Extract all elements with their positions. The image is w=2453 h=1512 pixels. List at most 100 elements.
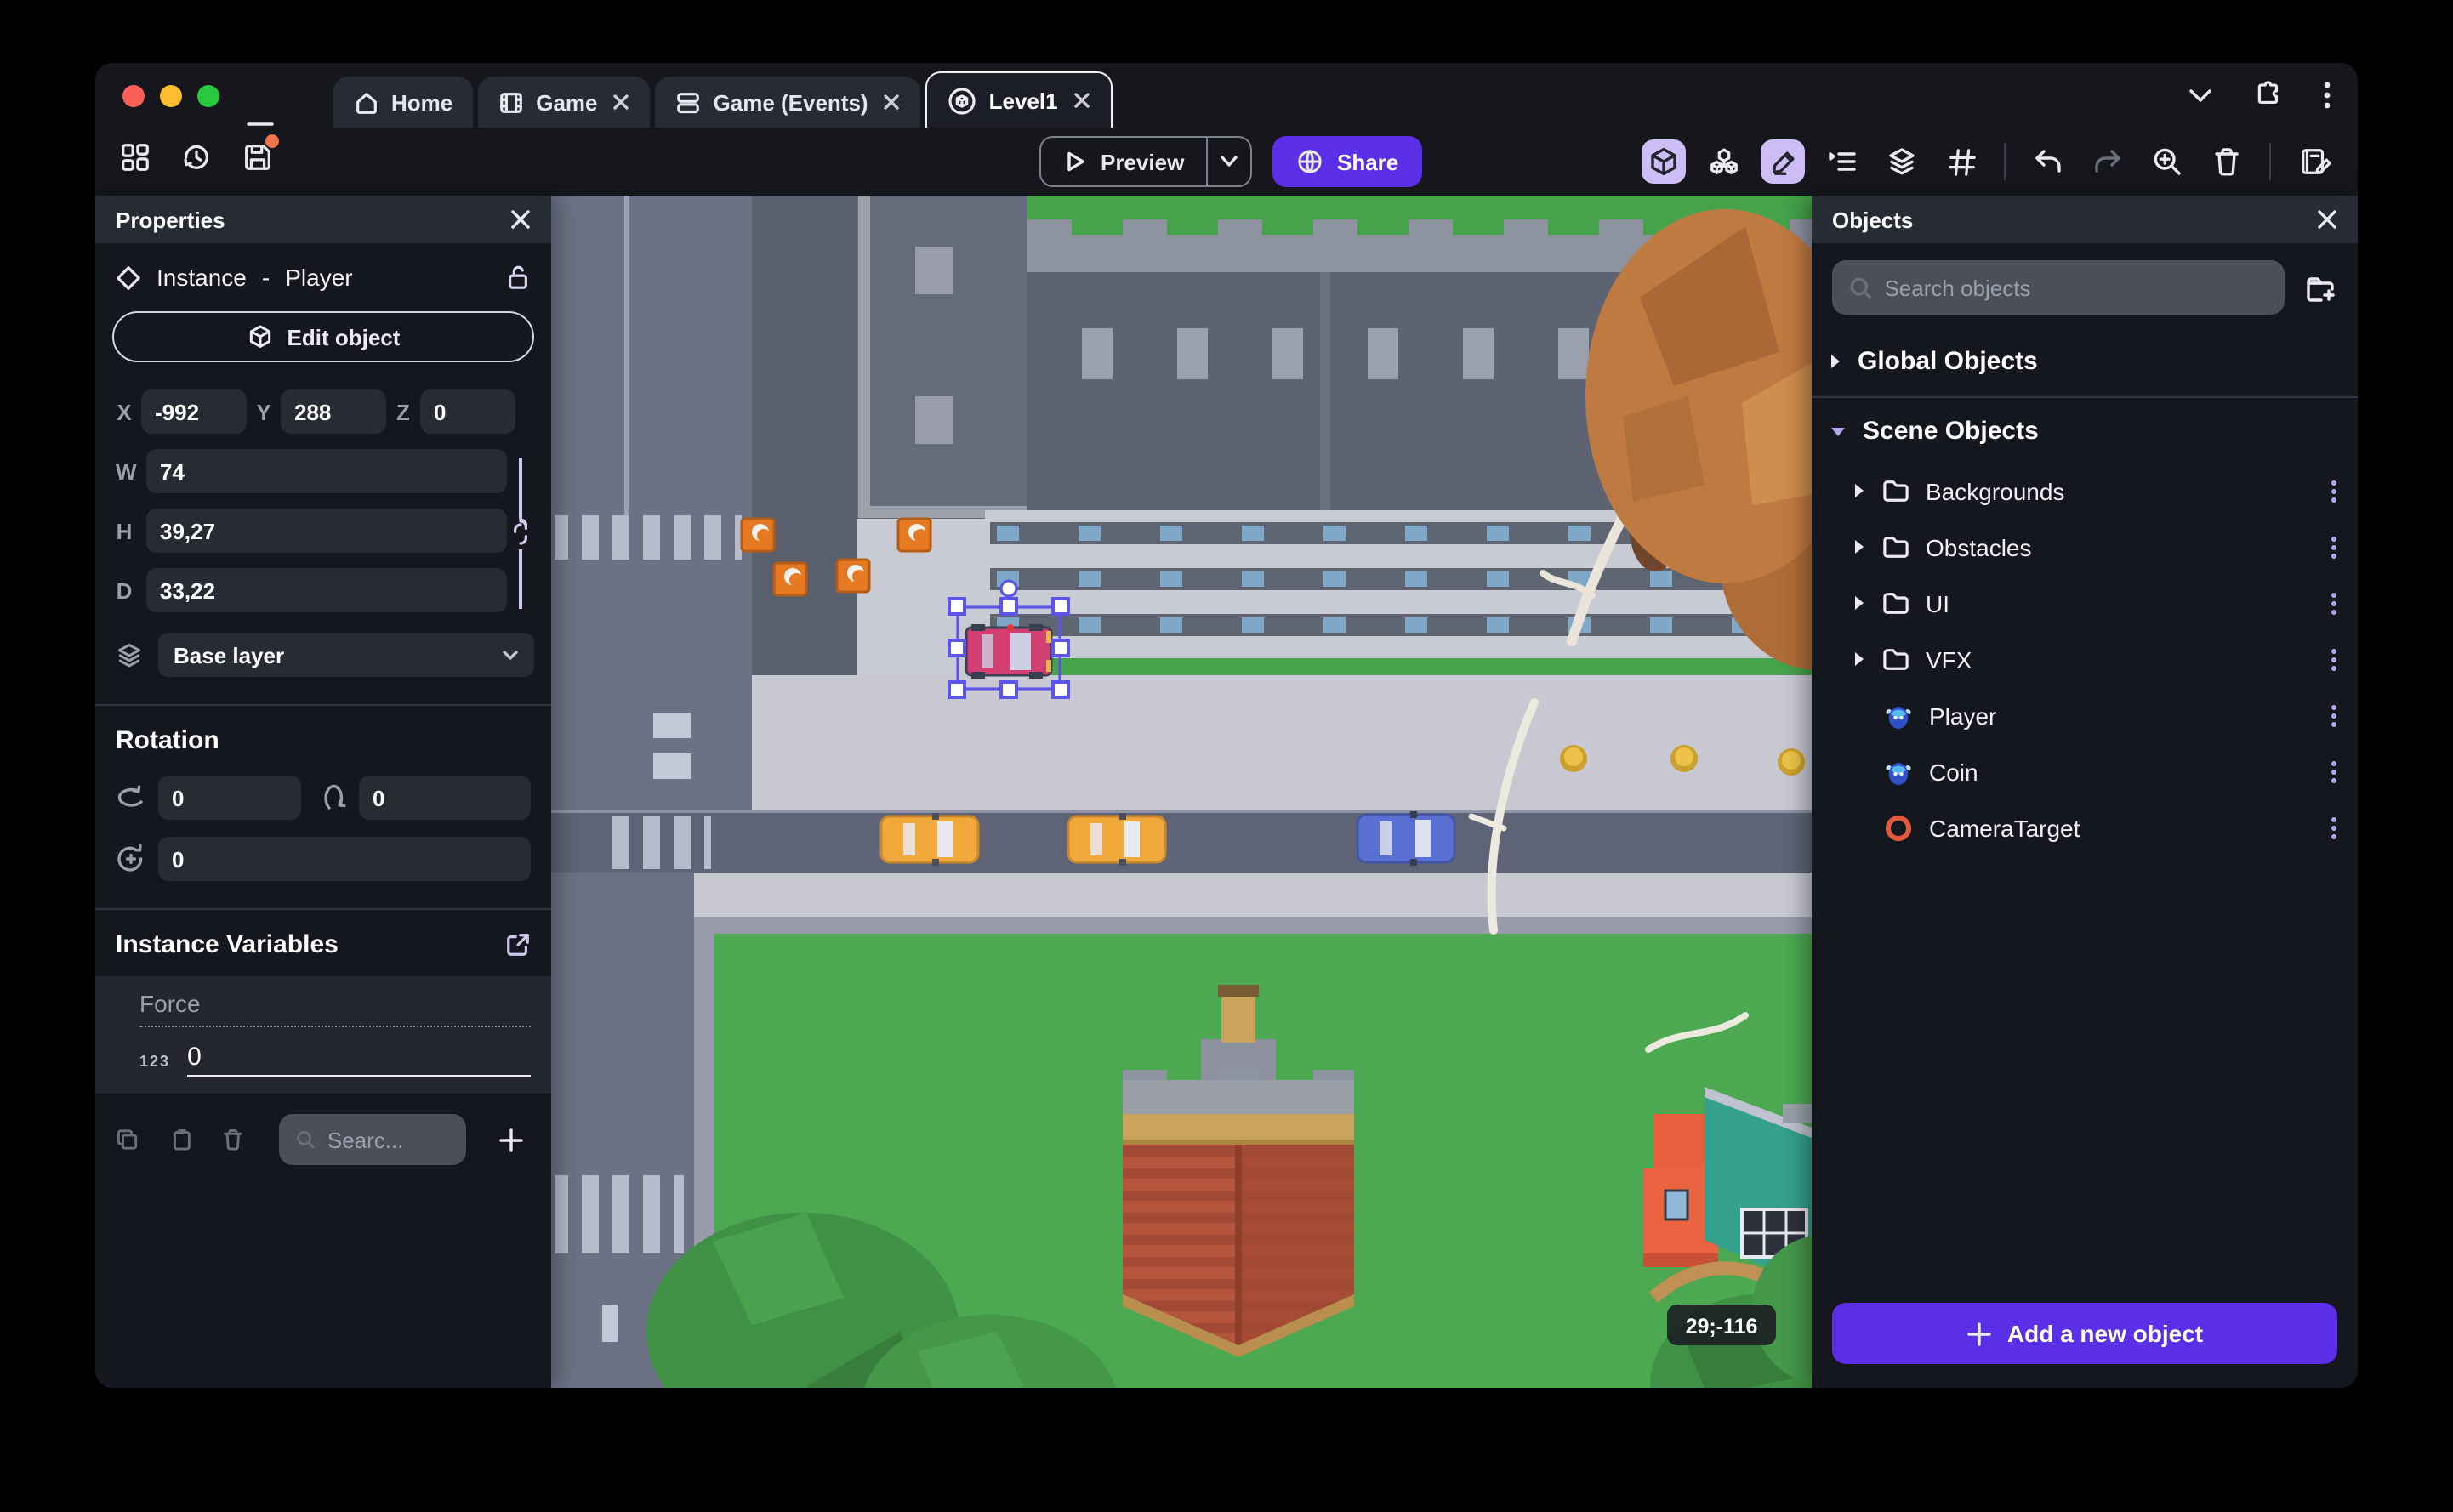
copy-icon[interactable] — [116, 1126, 139, 1153]
obstacle-box[interactable] — [835, 558, 871, 594]
variable-name[interactable]: Force — [139, 990, 531, 1027]
row-menu-kebab-icon[interactable] — [2327, 588, 2341, 618]
yellow-taxi[interactable] — [879, 813, 980, 866]
edit-mode-toggle[interactable] — [1761, 139, 1805, 184]
global-objects-section[interactable]: Global Objects — [1812, 328, 2358, 393]
rotation-x-value: 0 — [172, 785, 185, 810]
width-input[interactable]: 74 — [146, 449, 507, 493]
delete-button[interactable] — [2205, 139, 2249, 184]
open-variables-editor-button[interactable] — [505, 932, 531, 958]
close-icon[interactable] — [613, 94, 630, 111]
height-input[interactable]: 39,27 — [146, 509, 507, 553]
3d-view-toggle[interactable] — [1642, 139, 1686, 184]
tab-game-events[interactable]: Game (Events) — [655, 77, 921, 128]
tab-home[interactable]: Home — [333, 77, 474, 128]
share-button[interactable]: Share — [1272, 136, 1423, 187]
grid-toggle-icon[interactable] — [1939, 139, 1983, 184]
objects-search-input[interactable] — [1884, 275, 2268, 300]
blue-car[interactable] — [1356, 811, 1456, 866]
row-menu-kebab-icon[interactable] — [2327, 756, 2341, 787]
lock-instance-button[interactable] — [505, 264, 531, 291]
properties-header: Properties — [95, 196, 551, 243]
edit-object-button[interactable]: Edit object — [112, 311, 534, 362]
zoom-button[interactable] — [2145, 139, 2189, 184]
coin[interactable] — [1560, 745, 1587, 772]
titlebar-right-icons — [2188, 80, 2331, 109]
zoom-in-icon — [2154, 148, 2181, 175]
objects-search[interactable] — [1832, 260, 2285, 315]
layer-select[interactable]: Base layer — [158, 633, 534, 677]
object-row-player[interactable]: Player — [1812, 687, 2358, 743]
close-icon[interactable] — [884, 94, 901, 111]
list-icon — [1829, 152, 1856, 171]
z-input[interactable]: 0 — [420, 389, 515, 434]
car-body[interactable] — [965, 624, 1053, 679]
folder-row-vfx[interactable]: VFX — [1812, 631, 2358, 687]
rotation-z-input[interactable]: 0 — [158, 837, 531, 881]
yellow-taxi[interactable] — [1067, 813, 1167, 866]
trash-icon[interactable] — [224, 1126, 244, 1153]
trash-icon — [2215, 148, 2239, 176]
depth-input[interactable]: 33,22 — [146, 568, 507, 612]
undo-button[interactable] — [2026, 139, 2070, 184]
paste-icon[interactable] — [171, 1126, 191, 1153]
obstacle-box[interactable] — [772, 561, 808, 597]
coin[interactable] — [1670, 745, 1698, 772]
close-window-icon[interactable] — [122, 85, 145, 107]
close-objects-button[interactable] — [2317, 209, 2337, 230]
history-icon[interactable] — [180, 141, 213, 173]
layers-panel-icon[interactable] — [1880, 139, 1924, 184]
obstacle-box[interactable] — [896, 517, 932, 553]
folder-row-ui[interactable]: UI — [1812, 575, 2358, 631]
variable-row-force[interactable]: Force 123 0 — [95, 976, 551, 1094]
variable-value-input[interactable]: 0 — [187, 1043, 531, 1077]
add-folder-icon[interactable] — [2303, 271, 2337, 304]
folder-row-obstacles[interactable]: Obstacles — [1812, 519, 2358, 575]
row-menu-kebab-icon[interactable] — [2327, 475, 2341, 506]
preview-button[interactable]: Preview — [1039, 136, 1253, 187]
zoom-window-icon[interactable] — [197, 85, 219, 107]
folder-label: UI — [1926, 589, 1949, 617]
variables-search[interactable] — [279, 1114, 467, 1165]
crosswalk — [602, 816, 711, 869]
rotation-x-input[interactable]: 0 — [158, 776, 301, 820]
scene-canvas[interactable]: 29;-116 — [551, 196, 1812, 1388]
preview-button-main[interactable]: Preview — [1041, 138, 1206, 185]
scene-objects-label: Scene Objects — [1863, 417, 2039, 446]
tab-game[interactable]: Game — [478, 77, 651, 128]
rotation-handle[interactable] — [999, 579, 1018, 598]
close-icon[interactable] — [1073, 92, 1090, 109]
row-menu-kebab-icon[interactable] — [2327, 531, 2341, 562]
obstacle-box[interactable] — [740, 517, 776, 553]
extension-puzzle-icon[interactable] — [2254, 80, 2283, 109]
open-project-manager-icon[interactable] — [119, 141, 151, 173]
row-menu-kebab-icon[interactable] — [2327, 812, 2341, 843]
kebab-menu-icon[interactable] — [2324, 81, 2331, 108]
folder-row-backgrounds[interactable]: Backgrounds — [1812, 463, 2358, 519]
add-variable-button[interactable] — [498, 1127, 524, 1152]
minimize-window-icon[interactable] — [160, 85, 182, 107]
chevron-down-icon[interactable] — [2188, 86, 2213, 103]
objects-mode-icon[interactable] — [1701, 139, 1745, 184]
object-row-cameratarget[interactable]: CameraTarget — [1812, 799, 2358, 855]
tab-level1[interactable]: Level1 — [925, 71, 1113, 128]
redo-button[interactable] — [2086, 139, 2130, 184]
scene-properties-icon[interactable] — [2291, 139, 2336, 184]
keep-ratio-link[interactable] — [510, 458, 531, 609]
preview-options-arrow[interactable] — [1206, 138, 1250, 185]
row-menu-kebab-icon[interactable] — [2327, 644, 2341, 674]
instruction-list-icon[interactable] — [1820, 139, 1864, 184]
variables-search-input[interactable] — [327, 1127, 450, 1152]
row-menu-kebab-icon[interactable] — [2327, 700, 2341, 730]
rotation-y-input[interactable]: 0 — [359, 776, 531, 820]
coin[interactable] — [1778, 748, 1805, 776]
save-icon[interactable] — [242, 134, 279, 173]
x-input[interactable]: -992 — [141, 389, 247, 434]
y-input[interactable]: 288 — [281, 389, 386, 434]
cube-3d-icon — [1651, 147, 1676, 176]
close-properties-button[interactable] — [510, 209, 531, 230]
add-new-object-button[interactable]: Add a new object — [1832, 1303, 2337, 1364]
object-row-coin[interactable]: Coin — [1812, 743, 2358, 799]
scene-objects-section[interactable]: Scene Objects — [1812, 398, 2358, 463]
objects-list-spacer — [1812, 855, 2358, 1303]
